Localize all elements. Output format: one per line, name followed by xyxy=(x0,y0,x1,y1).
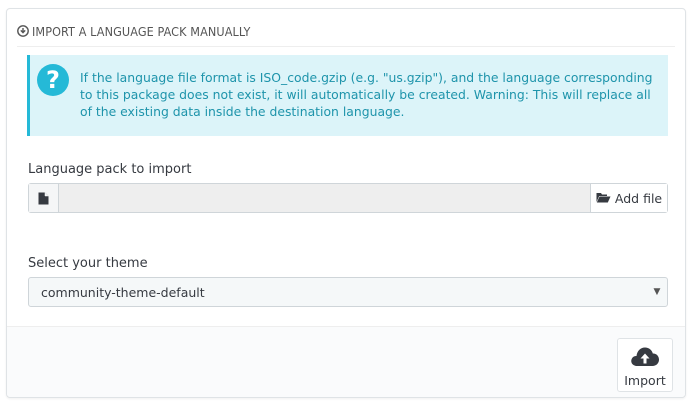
language-pack-file-input[interactable]: Add file xyxy=(28,183,668,213)
file-icon xyxy=(29,184,59,212)
theme-selected-value: community-theme-default xyxy=(41,284,205,300)
download-circle-icon xyxy=(17,25,29,37)
import-label: Import xyxy=(624,373,666,388)
cloud-upload-icon xyxy=(630,345,660,371)
info-message: If the language file format is ISO_code.… xyxy=(80,70,653,119)
add-file-label: Add file xyxy=(614,190,663,206)
caret-down-icon: ▼ xyxy=(653,287,661,297)
panel-title: IMPORT A LANGUAGE PACK MANUALLY xyxy=(32,23,251,39)
theme-label: Select your theme xyxy=(28,256,148,271)
question-icon: ? xyxy=(37,64,69,96)
add-file-button[interactable]: Add file xyxy=(590,184,667,212)
info-alert: ? If the language file format is ISO_cod… xyxy=(27,55,668,136)
theme-select[interactable]: community-theme-default ▼ xyxy=(28,277,668,307)
import-language-panel: IMPORT A LANGUAGE PACK MANUALLY ? If the… xyxy=(6,8,686,398)
folder-open-icon xyxy=(596,191,611,206)
file-path-field[interactable] xyxy=(59,184,590,212)
language-pack-label: Language pack to import xyxy=(28,162,192,177)
panel-footer: Import xyxy=(7,326,685,397)
import-button[interactable]: Import xyxy=(617,338,673,392)
panel-heading: IMPORT A LANGUAGE PACK MANUALLY xyxy=(17,16,675,47)
